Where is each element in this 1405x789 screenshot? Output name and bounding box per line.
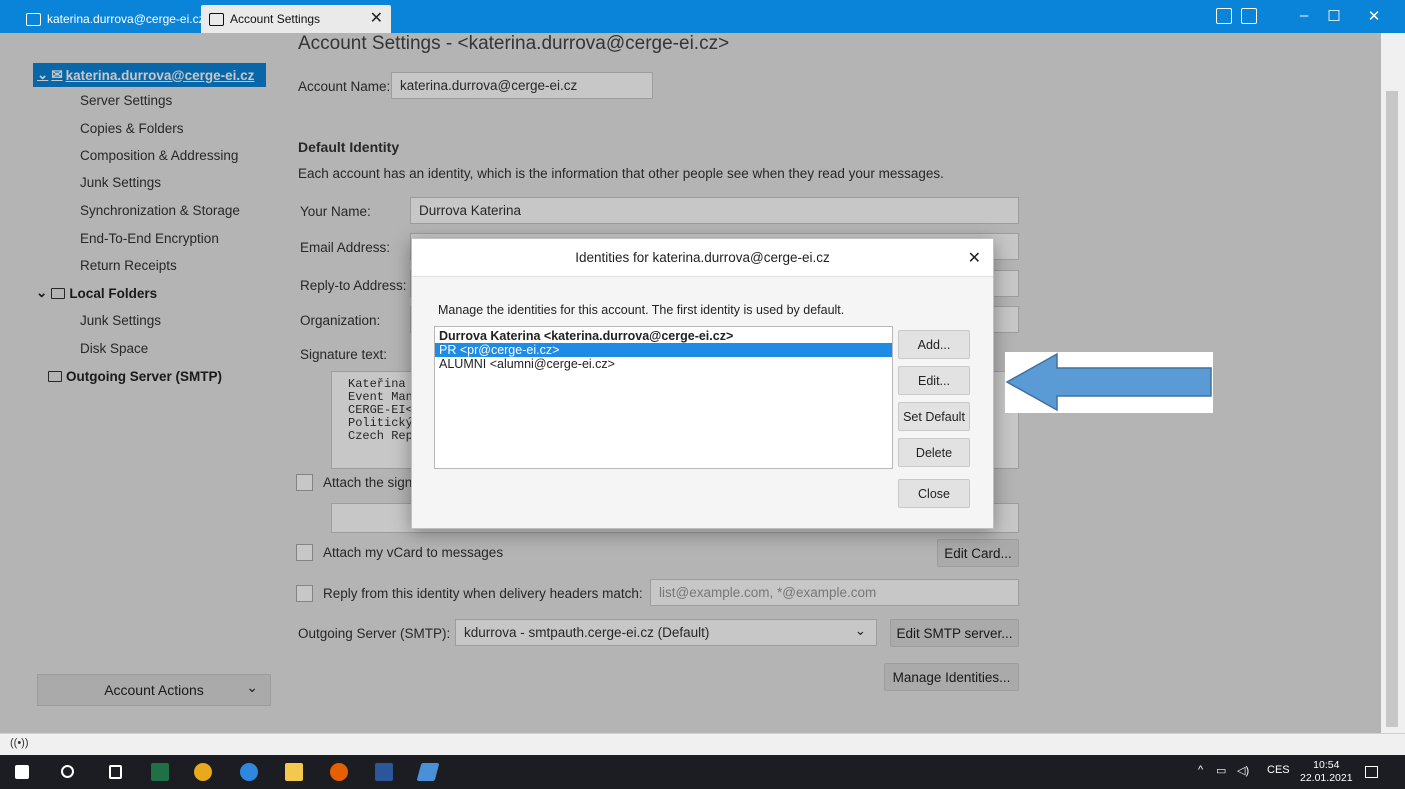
tab-account-settings-label: Account Settings	[230, 12, 321, 26]
vertical-scrollbar[interactable]	[1381, 33, 1405, 733]
status-bar: ((•))	[0, 733, 1405, 755]
tasks-icon[interactable]	[1241, 8, 1257, 24]
add-identity-button[interactable]: Add...	[898, 330, 970, 359]
word-icon[interactable]	[375, 763, 393, 781]
identities-list[interactable]: Durrova Katerina <katerina.durrova@cerge…	[434, 326, 893, 469]
clock-time: 10:54	[1313, 759, 1340, 771]
identities-dialog: Identities for katerina.durrova@cerge-ei…	[411, 238, 994, 529]
tab-account-settings[interactable]: Account Settings ✕	[201, 5, 391, 33]
tab-mail-label: katerina.durrova@cerge-ei.cz	[47, 12, 205, 26]
language-indicator[interactable]: CES	[1267, 764, 1290, 776]
chrome-icon[interactable]	[194, 763, 212, 781]
task-view-icon[interactable]	[109, 765, 122, 779]
firefox-icon[interactable]	[330, 763, 348, 781]
close-window-button[interactable]: ✕	[1361, 7, 1387, 25]
minimize-button[interactable]: –	[1291, 7, 1317, 24]
scrollbar-thumb[interactable]	[1386, 91, 1398, 727]
list-item[interactable]: ALUMNI <alumni@cerge-ei.cz>	[435, 357, 892, 371]
list-item[interactable]: PR <pr@cerge-ei.cz>	[435, 343, 892, 357]
dialog-description: Manage the identities for this account. …	[438, 303, 845, 317]
clock[interactable]: 10:54 22.01.2021	[1300, 759, 1353, 785]
edit-identity-button[interactable]: Edit...	[898, 366, 970, 395]
dialog-title-bar: Identities for katerina.durrova@cerge-ei…	[412, 239, 993, 277]
excel-icon[interactable]	[151, 763, 169, 781]
dialog-title: Identities for katerina.durrova@cerge-ei…	[575, 250, 830, 265]
windows-taskbar: ^ ▭ ◁) CES 10:54 22.01.2021	[0, 755, 1405, 789]
close-dialog-button[interactable]: Close	[898, 479, 970, 508]
thunderbird-icon[interactable]	[240, 763, 258, 781]
settings-tab-icon	[209, 12, 224, 26]
delete-identity-button[interactable]: Delete	[898, 438, 970, 467]
volume-icon[interactable]: ◁)	[1237, 764, 1249, 777]
maximize-button[interactable]: ☐	[1321, 7, 1347, 25]
file-explorer-icon[interactable]	[285, 763, 303, 781]
windows-start-icon[interactable]	[15, 765, 29, 779]
chevron-up-icon[interactable]: ^	[1198, 764, 1203, 776]
search-icon[interactable]	[61, 765, 74, 778]
close-icon[interactable]: ✕	[968, 248, 981, 268]
app-icon[interactable]	[416, 763, 440, 781]
close-tab-icon[interactable]: ✕	[370, 8, 383, 28]
list-item[interactable]: Durrova Katerina <katerina.durrova@cerge…	[435, 329, 892, 343]
tab-bar: katerina.durrova@cerge-ei.cz Account Set…	[0, 0, 1405, 33]
notifications-icon[interactable]	[1365, 766, 1378, 778]
clock-date: 22.01.2021	[1300, 772, 1353, 784]
online-status-icon[interactable]: ((•))	[10, 737, 29, 749]
network-icon[interactable]: ▭	[1216, 764, 1226, 777]
arrow-annotation	[1005, 352, 1213, 413]
mail-icon	[26, 12, 41, 26]
tab-mail[interactable]: katerina.durrova@cerge-ei.cz	[18, 5, 213, 33]
set-default-button[interactable]: Set Default	[898, 402, 970, 431]
calendar-icon[interactable]	[1216, 8, 1232, 24]
left-arrow-icon	[1005, 352, 1212, 412]
